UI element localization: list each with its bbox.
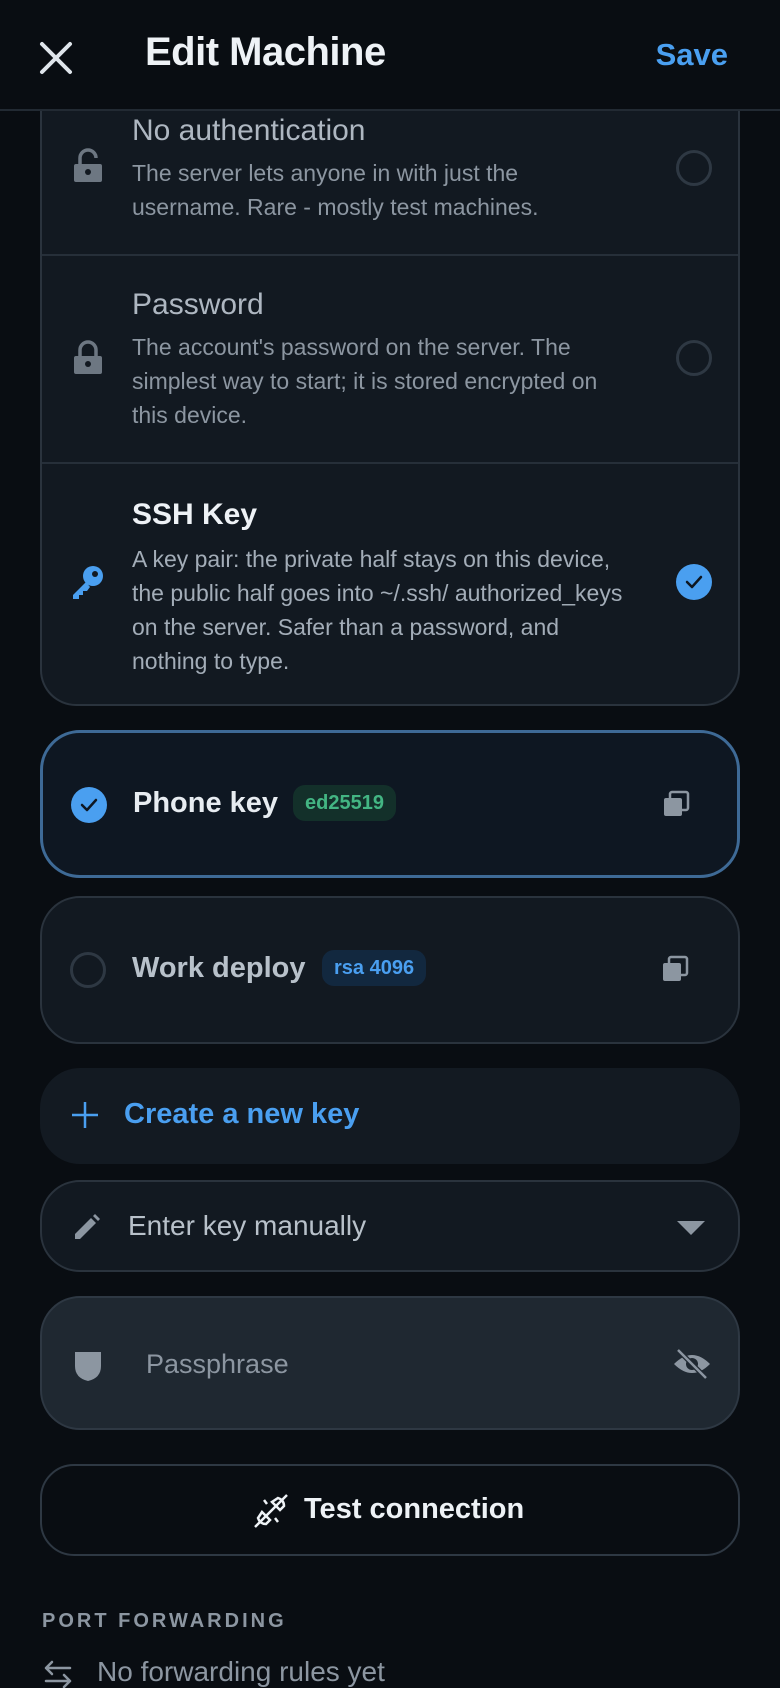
auth-option-description: The account's password on the server. Th… xyxy=(132,334,598,428)
key-item-phone[interactable]: Phone key ed25519 xyxy=(40,730,740,878)
page-title: Edit Machine xyxy=(145,30,386,74)
create-key-label: Create a new key xyxy=(124,1098,360,1130)
auth-method-list: No authentication The server lets anyone… xyxy=(40,80,740,706)
shield-icon xyxy=(75,1352,101,1381)
test-connection-button[interactable]: Test connection xyxy=(40,1464,740,1556)
save-button[interactable]: Save xyxy=(656,37,728,73)
check-icon xyxy=(685,575,703,589)
test-connection-label: Test connection xyxy=(304,1493,525,1525)
pencil-icon xyxy=(75,1214,100,1239)
swap-arrows-icon xyxy=(44,1660,72,1688)
key-name: Work deploy xyxy=(132,952,306,984)
caret-down-icon xyxy=(677,1221,705,1235)
eye-off-icon[interactable] xyxy=(672,1348,712,1380)
passphrase-field xyxy=(40,1296,740,1430)
key-name: Phone key xyxy=(133,787,279,819)
key-icon xyxy=(73,566,103,599)
radio-ssh-key[interactable] xyxy=(676,564,712,600)
check-icon xyxy=(80,798,98,812)
lock-icon xyxy=(74,340,102,374)
auth-option-password[interactable]: Password The account's password on the s… xyxy=(42,256,738,464)
create-key-button[interactable]: Create a new key xyxy=(40,1068,740,1164)
top-bar: Edit Machine Save xyxy=(0,0,780,111)
key-select-radio[interactable] xyxy=(70,952,106,988)
copy-icon[interactable] xyxy=(661,789,691,819)
forwarding-empty-text: No forwarding rules yet xyxy=(97,1656,385,1687)
radio-no-auth[interactable] xyxy=(676,150,712,186)
radio-password[interactable] xyxy=(676,340,712,376)
copy-icon[interactable] xyxy=(660,954,690,984)
port-forwarding-heading: PORT FORWARDING xyxy=(42,1610,287,1632)
plug-disconnect-icon xyxy=(254,1494,288,1528)
key-type-badge: rsa 4096 xyxy=(322,950,427,986)
close-icon xyxy=(40,42,72,74)
auth-option-ssh-key[interactable]: SSH Key A key pair: the private half sta… xyxy=(42,464,738,704)
plus-icon xyxy=(72,1102,98,1128)
auth-option-description: A key pair: the private half stays on th… xyxy=(132,546,623,674)
auth-option-title: SSH Key xyxy=(132,498,258,531)
auth-option-title: No authentication xyxy=(132,114,366,147)
enter-key-manually-dropdown[interactable]: Enter key manually xyxy=(40,1180,740,1272)
key-select-radio[interactable] xyxy=(71,787,107,823)
lock-open-icon xyxy=(74,148,102,182)
close-button[interactable] xyxy=(34,36,78,80)
auth-option-description: The server lets anyone in with just the … xyxy=(132,160,539,220)
passphrase-input[interactable] xyxy=(146,1342,616,1386)
key-type-badge: ed25519 xyxy=(293,785,396,821)
auth-option-title: Password xyxy=(132,288,264,321)
enter-key-manually-label: Enter key manually xyxy=(128,1210,367,1241)
key-item-work-deploy[interactable]: Work deploy rsa 4096 xyxy=(40,896,740,1044)
